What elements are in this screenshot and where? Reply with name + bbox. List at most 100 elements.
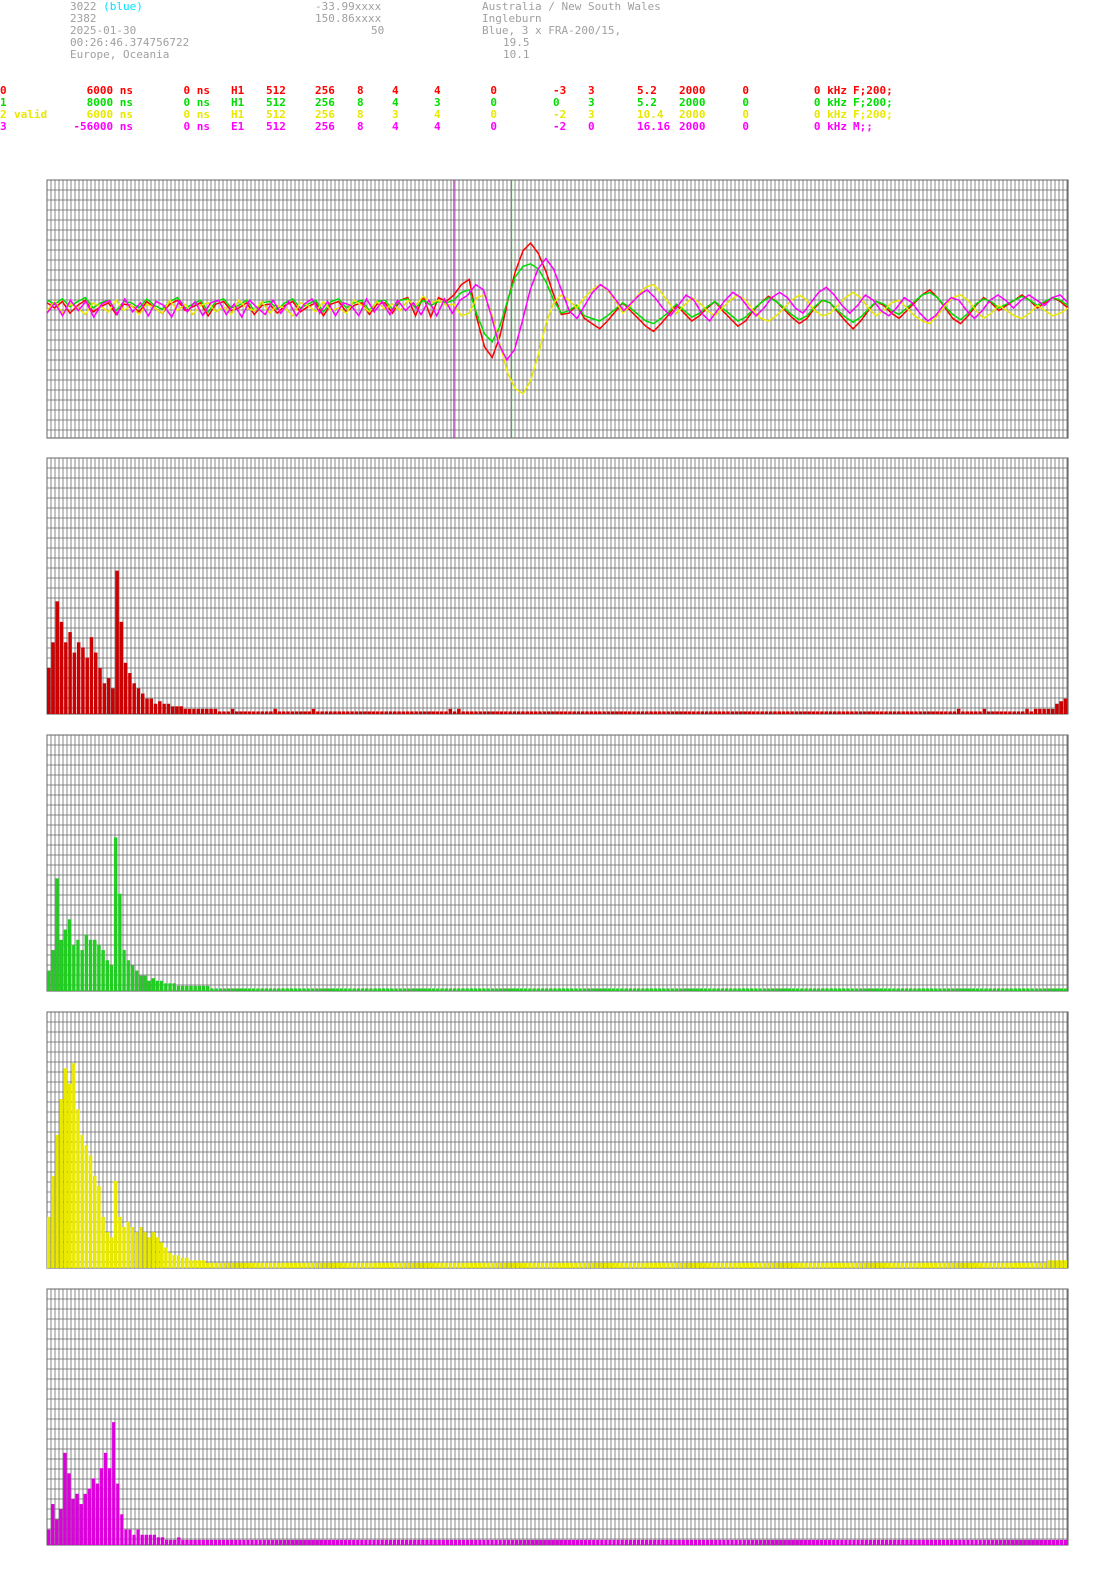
spectrum-bar xyxy=(112,1422,116,1545)
spectrum-bar xyxy=(766,1539,771,1545)
spectrum-bar xyxy=(425,1539,429,1545)
spectrum-bar xyxy=(603,1262,607,1268)
spectrum-bar xyxy=(444,1262,448,1268)
spectrum-bar xyxy=(324,711,329,714)
spectrum-bar xyxy=(825,1262,829,1268)
spectrum-bar xyxy=(897,711,901,714)
spectrum-bar xyxy=(465,1262,469,1268)
spectrum-bar xyxy=(331,988,335,991)
spectrum-bar xyxy=(328,711,333,714)
spectrum-bar xyxy=(994,1539,999,1545)
spectrum-bar xyxy=(519,988,524,991)
spectrum-bar xyxy=(1055,703,1059,714)
spectrum-bar xyxy=(528,988,532,991)
spectrum-bar xyxy=(222,988,227,991)
spectrum-bar xyxy=(988,1262,992,1268)
spectrum-bar xyxy=(875,988,879,991)
spectrum-bar xyxy=(1005,988,1009,991)
spectrum-bar xyxy=(557,988,561,991)
spectrum-bar xyxy=(758,1262,762,1268)
spectrum-bar xyxy=(452,988,457,991)
spectrum-bar xyxy=(385,988,390,991)
spectrum-bar xyxy=(823,1539,828,1545)
spectrum-bar xyxy=(955,988,959,991)
spectrum-bar xyxy=(681,1539,685,1545)
spectrum-bar xyxy=(836,1539,840,1545)
spectrum-bar xyxy=(561,1262,566,1268)
spectrum-bar xyxy=(854,711,858,714)
spectrum-bar xyxy=(75,1493,79,1545)
spectrum-bar xyxy=(348,1262,352,1268)
spectrum-bar xyxy=(102,683,107,714)
spectrum-bar xyxy=(352,1262,356,1268)
spectrum-bar xyxy=(461,1262,465,1268)
grid xyxy=(46,1011,1069,1269)
spectrum-bar xyxy=(695,988,700,991)
spectrum-bar xyxy=(507,1262,511,1268)
spectrum-bar xyxy=(800,988,804,991)
channel-3-offset: -56000 ns xyxy=(73,120,133,133)
spectrum-bar xyxy=(423,988,428,991)
spectrum-bar xyxy=(504,711,508,714)
spectrum-bar xyxy=(339,1539,344,1545)
spectrum-bar xyxy=(144,1534,148,1545)
spectrum-bar xyxy=(524,1262,528,1268)
spectrum-bar xyxy=(922,711,927,714)
spectrum-bar xyxy=(310,988,315,991)
spectrum-bar xyxy=(461,988,465,991)
spectrum-bar xyxy=(274,1539,279,1545)
spectrum-bar xyxy=(958,1539,962,1545)
spectrum-bar xyxy=(358,711,363,714)
spectrum-bar xyxy=(128,673,132,714)
spectrum-bar xyxy=(226,711,230,714)
spectrum-bar xyxy=(791,1539,795,1545)
spectrum-panel-ch2 xyxy=(46,1011,1069,1269)
spectrum-bar xyxy=(393,711,397,714)
spectrum-bar xyxy=(733,1262,737,1268)
spectrum-bar xyxy=(730,711,735,714)
spectrum-bar xyxy=(372,1539,376,1545)
spectrum-bar xyxy=(164,1247,168,1268)
spectrum-bar xyxy=(905,711,910,714)
spectrum-bar xyxy=(209,708,213,714)
channel-3-c11: 0 xyxy=(742,120,749,133)
spectrum-bar xyxy=(1059,701,1063,714)
spectrum-bar xyxy=(745,988,750,991)
spectrum-bar xyxy=(93,1175,97,1268)
spectrum-bar xyxy=(201,1260,206,1268)
spectrum-bar xyxy=(935,711,940,714)
spectrum-bar xyxy=(429,1539,433,1545)
spectrum-bar xyxy=(1047,1539,1051,1545)
spectrum-bar xyxy=(624,1539,628,1545)
spectrum-bar xyxy=(701,1539,706,1545)
spectrum-bar xyxy=(604,1539,608,1545)
spectrum-bar xyxy=(1025,708,1029,714)
spectrum-bar xyxy=(187,708,192,714)
spectrum-bar xyxy=(298,988,302,991)
spectrum-bar xyxy=(858,1262,863,1268)
spectrum-bar xyxy=(360,1539,364,1545)
spectrum-bar xyxy=(185,1539,189,1545)
spectrum-bar xyxy=(632,1539,637,1545)
spectrum-bar xyxy=(714,1539,718,1545)
spectrum-bar xyxy=(559,1539,563,1545)
spectrum-bar xyxy=(1021,711,1025,714)
spectrum-bar xyxy=(794,711,799,714)
spectrum-bar xyxy=(563,1539,567,1545)
spectrum-bar xyxy=(807,711,811,714)
spectrum-bar xyxy=(670,1262,674,1268)
spectrum-bar xyxy=(917,1539,921,1545)
spectrum-bar xyxy=(193,1260,197,1268)
spectrum-bar xyxy=(871,711,875,714)
spectrum-bar xyxy=(549,1262,553,1268)
spectrum-bar xyxy=(712,1262,716,1268)
spectrum-bar xyxy=(674,711,679,714)
spectrum-bar xyxy=(230,1539,234,1545)
grid xyxy=(46,179,1069,439)
spectrum-bar xyxy=(829,1262,833,1268)
spectrum-bar xyxy=(55,1519,59,1545)
spectrum-bar xyxy=(904,1262,909,1268)
spectrum-bar xyxy=(574,988,578,991)
spectrum-bar xyxy=(549,988,553,991)
spectrum-bar xyxy=(302,1262,306,1268)
